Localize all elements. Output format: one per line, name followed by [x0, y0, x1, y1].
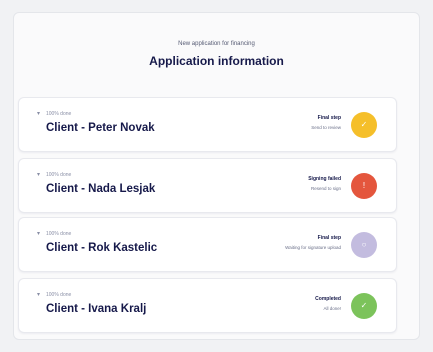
step-title: Final step	[317, 115, 341, 121]
pending-icon: ○	[361, 240, 367, 249]
page-title: Application information	[149, 54, 284, 68]
step-subtitle: Waiting for signature upload	[285, 245, 341, 250]
step-subtitle: Send to review	[311, 125, 341, 130]
client-card[interactable]: ▾ 100% done Client - Rok Kastelic Final …	[18, 217, 397, 272]
chevron-down-icon[interactable]: ▾	[37, 291, 40, 298]
client-card[interactable]: ▾ 100% done Client - Ivana Kralj Complet…	[18, 278, 397, 333]
step-title: Signing failed	[308, 176, 341, 182]
progress-label: 100% done	[46, 292, 72, 298]
client-name: Client - Rok Kastelic	[46, 242, 158, 254]
status-circle[interactable]: ✓	[351, 112, 377, 138]
client-card[interactable]: ▾ 100% done Client - Peter Novak Final s…	[18, 97, 397, 152]
status-circle[interactable]: ✓	[351, 293, 377, 319]
progress-label: 100% done	[46, 172, 72, 178]
check-icon: ✓	[360, 120, 368, 129]
client-name: Client - Ivana Kralj	[46, 303, 147, 315]
step-title: Completed	[315, 296, 341, 302]
chevron-down-icon[interactable]: ▾	[37, 230, 40, 237]
status-circle[interactable]: !	[351, 173, 377, 199]
client-name: Client - Nada Lesjak	[46, 183, 156, 195]
progress-label: 100% done	[46, 111, 72, 117]
page-subtitle: New application for financing	[178, 41, 255, 47]
progress-label: 100% done	[46, 231, 72, 237]
client-name: Client - Peter Novak	[46, 122, 155, 134]
step-subtitle: Resend to sign	[310, 186, 341, 191]
step-subtitle: All done!	[323, 306, 341, 311]
chevron-down-icon[interactable]: ▾	[37, 171, 40, 178]
status-circle[interactable]: ○	[351, 232, 377, 258]
chevron-down-icon[interactable]: ▾	[37, 110, 40, 117]
client-card[interactable]: ▾ 100% done Client - Nada Lesjak Signing…	[18, 158, 397, 213]
step-title: Final step	[317, 235, 341, 241]
alert-icon: !	[362, 181, 366, 190]
check-icon: ✓	[360, 301, 368, 310]
